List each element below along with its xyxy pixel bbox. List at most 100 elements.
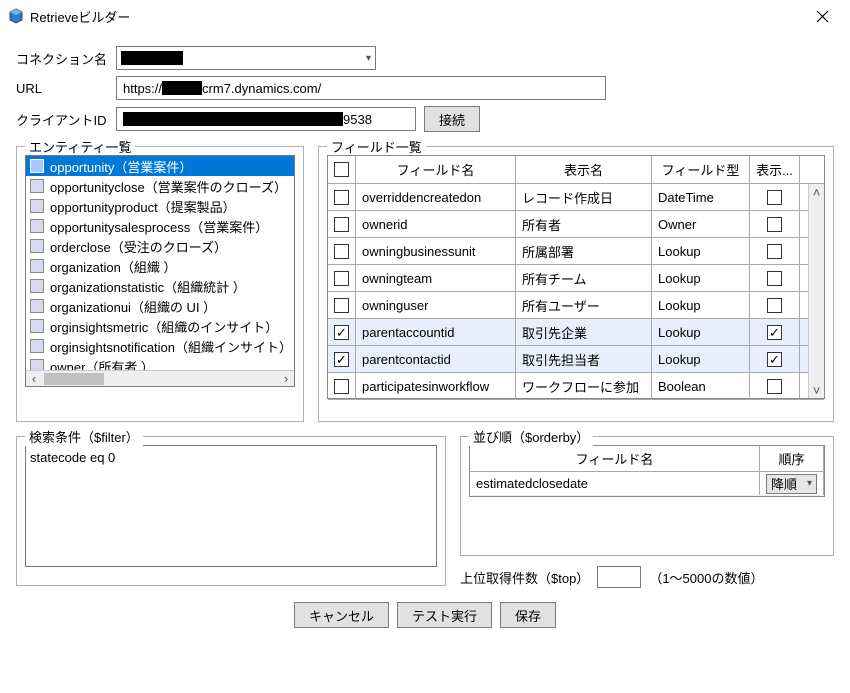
entity-icon — [30, 159, 44, 173]
connection-form: コネクション名 ▾ URL https:// crm7.dynamics.com… — [0, 32, 850, 132]
entity-icon — [30, 299, 44, 313]
connection-value-redacted — [121, 51, 183, 65]
cell-show[interactable] — [750, 238, 800, 264]
entity-icon — [30, 259, 44, 273]
cell-show[interactable] — [750, 292, 800, 318]
scroll-down-icon[interactable]: ˅ — [809, 382, 825, 398]
entity-item[interactable]: organizationui（組織の UI ） — [26, 296, 294, 316]
orderby-grid: フィールド名 順序 estimatedclosedate降順▾ — [469, 445, 825, 497]
top-input[interactable] — [597, 566, 641, 588]
row-checkbox-cell[interactable] — [328, 292, 356, 318]
entity-horizontal-scrollbar[interactable]: ‹ › — [26, 370, 294, 386]
entity-item[interactable]: organization（組織 ） — [26, 256, 294, 276]
header-checkbox-cell[interactable] — [328, 156, 356, 183]
row-checkbox[interactable] — [334, 244, 349, 259]
entity-item[interactable]: opportunity（営業案件） — [26, 156, 294, 176]
row-checkbox-cell[interactable] — [328, 265, 356, 291]
window-title: Retrieveビルダー — [30, 7, 802, 26]
clientid-label: クライアントID — [16, 110, 116, 129]
orderby-direction-cell[interactable]: 降順▾ — [760, 472, 824, 495]
row-checkbox[interactable] — [334, 352, 349, 367]
entity-icon — [30, 179, 44, 193]
header-fieldtype[interactable]: フィールド型 — [652, 156, 750, 183]
connection-label: コネクション名 — [16, 49, 116, 68]
header-checkbox[interactable] — [334, 162, 349, 177]
url-input[interactable]: https:// crm7.dynamics.com/ — [116, 76, 606, 100]
entity-item[interactable]: opportunitysalesprocess（営業案件） — [26, 216, 294, 236]
show-checkbox[interactable] — [767, 325, 782, 340]
field-row[interactable]: overriddencreatedonレコード作成日DateTime — [328, 184, 824, 211]
row-checkbox[interactable] — [334, 379, 349, 394]
scroll-up-icon[interactable]: ˄ — [809, 184, 825, 200]
field-row[interactable]: parentcontactid取引先担当者Lookup — [328, 346, 824, 373]
row-checkbox[interactable] — [334, 271, 349, 286]
scroll-left-icon[interactable]: ‹ — [26, 371, 42, 387]
connect-button[interactable]: 接続 — [424, 106, 480, 132]
cell-show[interactable] — [750, 211, 800, 237]
show-checkbox[interactable] — [767, 379, 782, 394]
row-checkbox[interactable] — [334, 190, 349, 205]
entity-item[interactable]: orderclose（受注のクローズ） — [26, 236, 294, 256]
cell-show[interactable] — [750, 373, 800, 399]
field-row[interactable]: owningbusinessunit所属部署Lookup — [328, 238, 824, 265]
entity-item[interactable]: opportunityproduct（提案製品） — [26, 196, 294, 216]
cell-displayname: 所有ユーザー — [516, 292, 652, 318]
filter-textarea[interactable]: statecode eq 0 — [25, 445, 437, 567]
url-prefix: https:// — [123, 81, 162, 96]
test-run-button[interactable]: テスト実行 — [397, 602, 492, 628]
cell-displayname: 所有チーム — [516, 265, 652, 291]
row-checkbox-cell[interactable] — [328, 238, 356, 264]
row-checkbox-cell[interactable] — [328, 373, 356, 399]
header-fieldname[interactable]: フィールド名 — [356, 156, 516, 183]
orderby-row[interactable]: estimatedclosedate降順▾ — [470, 472, 824, 496]
row-checkbox-cell[interactable] — [328, 211, 356, 237]
entity-item[interactable]: organizationstatistic（組織統計 ） — [26, 276, 294, 296]
row-checkbox-cell[interactable] — [328, 346, 356, 372]
field-row[interactable]: participatesinworkflowワークフローに参加Boolean — [328, 373, 824, 400]
row-checkbox-cell[interactable] — [328, 319, 356, 345]
save-button[interactable]: 保存 — [500, 602, 556, 628]
show-checkbox[interactable] — [767, 271, 782, 286]
cell-show[interactable] — [750, 265, 800, 291]
header-show[interactable]: 表示... — [750, 156, 800, 183]
cell-show[interactable] — [750, 184, 800, 210]
show-checkbox[interactable] — [767, 298, 782, 313]
orderby-header-field[interactable]: フィールド名 — [470, 446, 760, 471]
entity-icon — [30, 219, 44, 233]
cell-displayname: ワークフローに参加 — [516, 373, 652, 399]
field-row[interactable]: owninguser所有ユーザーLookup — [328, 292, 824, 319]
field-row[interactable]: owningteam所有チームLookup — [328, 265, 824, 292]
entity-list[interactable]: opportunity（営業案件）opportunityclose（営業案件のク… — [25, 155, 295, 387]
row-checkbox[interactable] — [334, 298, 349, 313]
show-checkbox[interactable] — [767, 244, 782, 259]
cancel-button[interactable]: キャンセル — [294, 602, 389, 628]
entity-icon — [30, 339, 44, 353]
field-row[interactable]: ownerid所有者Owner — [328, 211, 824, 238]
entity-item[interactable]: opportunityclose（営業案件のクローズ） — [26, 176, 294, 196]
entity-item[interactable]: orginsightsnotification（組織インサイト） — [26, 336, 294, 356]
entity-icon — [30, 239, 44, 253]
top-label: 上位取得件数（$top） — [460, 568, 589, 587]
orderby-header-direction[interactable]: 順序 — [760, 446, 824, 471]
row-checkbox-cell[interactable] — [328, 184, 356, 210]
entity-item[interactable]: orginsightsmetric（組織のインサイト） — [26, 316, 294, 336]
header-displayname[interactable]: 表示名 — [516, 156, 652, 183]
cell-displayname: レコード作成日 — [516, 184, 652, 210]
show-checkbox[interactable] — [767, 190, 782, 205]
orderby-direction-select[interactable]: 降順▾ — [766, 474, 817, 494]
cell-show[interactable] — [750, 346, 800, 372]
connection-select[interactable]: ▾ — [116, 46, 376, 70]
row-checkbox[interactable] — [334, 325, 349, 340]
show-checkbox[interactable] — [767, 352, 782, 367]
show-checkbox[interactable] — [767, 217, 782, 232]
field-row[interactable]: parentaccountid取引先企業Lookup — [328, 319, 824, 346]
scrollbar-thumb[interactable] — [44, 373, 104, 385]
row-checkbox[interactable] — [334, 217, 349, 232]
cell-show[interactable] — [750, 319, 800, 345]
scroll-right-icon[interactable]: › — [278, 371, 294, 387]
cell-fieldtype: DateTime — [652, 184, 750, 210]
field-vertical-scrollbar[interactable]: ˄ ˅ — [808, 184, 824, 398]
field-list-group: フィールド一覧 フィールド名 表示名 フィールド型 表示... overridd… — [318, 146, 834, 422]
close-button[interactable] — [802, 0, 842, 32]
clientid-input[interactable]: 9538 — [116, 107, 416, 131]
